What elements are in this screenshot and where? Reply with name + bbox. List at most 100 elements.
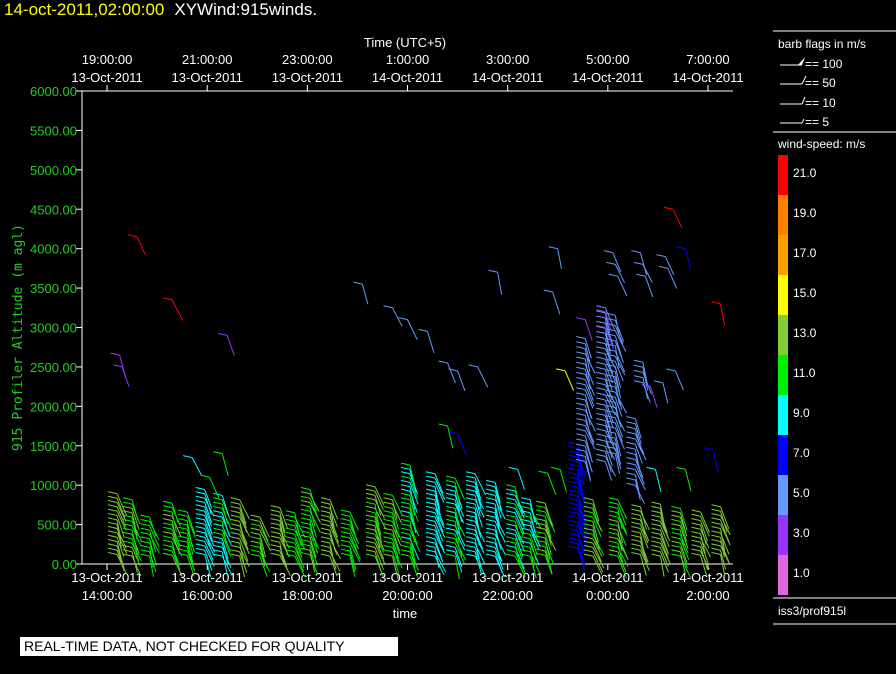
wind-barb-flag bbox=[671, 510, 681, 514]
wind-barb-flag bbox=[465, 505, 476, 509]
wind-barb-flag bbox=[576, 428, 586, 432]
wind-barb-flag bbox=[400, 466, 411, 470]
wind-barb-flag bbox=[320, 518, 331, 522]
wind-barb-flag bbox=[340, 535, 351, 539]
wind-barb-flag bbox=[626, 416, 636, 420]
y-tick-label: 6000.00 bbox=[30, 84, 77, 99]
wind-barb-flag bbox=[195, 517, 205, 521]
wind-barb-flag bbox=[608, 549, 618, 553]
wind-barb-flag bbox=[200, 474, 210, 478]
wind-barb-flag bbox=[596, 315, 606, 319]
wind-barb-flag bbox=[465, 527, 476, 531]
wind-barb-flag bbox=[583, 523, 593, 527]
wind-barb-flag bbox=[162, 509, 173, 513]
wind-barb-flag bbox=[671, 553, 681, 557]
wind-barb-flag bbox=[300, 495, 311, 499]
wind-barb-flag bbox=[383, 514, 393, 518]
wind-barb-flag bbox=[488, 269, 498, 273]
wind-barb-flag bbox=[506, 484, 516, 488]
wind-barb-flag bbox=[606, 261, 616, 265]
wind-barb-flag bbox=[140, 514, 150, 518]
wind-barb-flag bbox=[506, 488, 516, 492]
wind-barb-flag bbox=[568, 493, 578, 497]
wind-barb-flag bbox=[608, 553, 618, 557]
wind-barb-flag bbox=[536, 522, 546, 526]
wind-barb-flag bbox=[340, 539, 351, 543]
wind-barb-flag bbox=[340, 522, 351, 526]
wind-barb-flag bbox=[250, 518, 260, 522]
wind-barb bbox=[477, 366, 489, 388]
wind-barb-flag bbox=[711, 301, 721, 305]
wind-barb-flag bbox=[285, 536, 295, 540]
wind-barb bbox=[584, 319, 593, 341]
wind-barb-flag bbox=[230, 531, 240, 535]
wind-barb-flag bbox=[183, 455, 193, 459]
wind-barb-flag bbox=[320, 553, 331, 557]
wind-barb-flag bbox=[663, 206, 674, 210]
wind-barb-flag bbox=[568, 489, 578, 493]
wind-barb-flag bbox=[568, 463, 578, 467]
wind-barb-flag bbox=[576, 346, 586, 350]
x-tick-date: 13-Oct-2011 bbox=[172, 570, 243, 585]
quality-notice: REAL-TIME DATA, NOT CHECKED FOR QUALITY bbox=[20, 637, 398, 656]
wind-barb-flag bbox=[230, 553, 240, 557]
wind-barb-flag bbox=[691, 518, 701, 522]
wind-barb-flag bbox=[270, 526, 280, 530]
wind-barb-flag bbox=[400, 471, 411, 475]
wind-barb-flag bbox=[162, 552, 173, 556]
wind-barb bbox=[552, 291, 561, 315]
wind-barb-flag bbox=[107, 495, 118, 499]
wind-barb-flag bbox=[320, 510, 331, 514]
wind-barb-flag bbox=[425, 497, 436, 501]
wind-barb-flag bbox=[576, 356, 586, 360]
wind-barb-flag bbox=[400, 501, 411, 505]
barb-legend-label: == 100 bbox=[805, 57, 843, 71]
wind-barb-flag bbox=[465, 553, 476, 557]
wind-barb-flag bbox=[340, 513, 351, 517]
wind-barb-flag bbox=[465, 475, 476, 479]
wind-barb bbox=[136, 236, 146, 256]
wind-barb-flag bbox=[691, 544, 701, 548]
x-tick-date: 13-Oct-2011 bbox=[272, 570, 343, 585]
wind-barb-flag bbox=[608, 501, 618, 505]
wind-barb-flag bbox=[213, 536, 223, 540]
wind-barb bbox=[634, 479, 641, 501]
top-tick-date: 13-Oct-2011 bbox=[71, 70, 142, 85]
wind-barb-flag bbox=[583, 536, 593, 540]
x-axis-label: time bbox=[393, 606, 418, 621]
wind-barb-flag bbox=[626, 482, 636, 486]
wind-barb-flag bbox=[162, 297, 173, 301]
wind-barb-flag bbox=[671, 549, 681, 553]
wind-barb-flag bbox=[631, 250, 641, 254]
wind-barb-flag bbox=[285, 514, 295, 518]
y-tick-label: 4500.00 bbox=[30, 202, 77, 217]
wind-barb-flag bbox=[445, 510, 456, 514]
wind-barb-flag bbox=[445, 536, 456, 540]
wind-barb-flag bbox=[596, 407, 606, 411]
wind-barb-flag bbox=[631, 504, 641, 508]
wind-barb-flag bbox=[300, 526, 311, 529]
top-tick-time: 19:00:00 bbox=[82, 52, 133, 67]
wind-barb-flag bbox=[300, 491, 311, 495]
wind-barb-flag bbox=[178, 535, 188, 539]
top-tick-date: 13-Oct-2011 bbox=[272, 70, 343, 85]
wind-barb-flag bbox=[596, 361, 606, 365]
wind-barb-flag bbox=[606, 343, 616, 347]
wind-barb-flag bbox=[485, 518, 496, 522]
wind-barb-flag bbox=[651, 549, 661, 553]
wind-barb bbox=[361, 283, 369, 305]
wind-barb-flag bbox=[651, 553, 661, 557]
top-tick-date: 14-Oct-2011 bbox=[572, 70, 643, 85]
wind-barb-flag bbox=[568, 502, 578, 506]
speed-legend-label: 1.0 bbox=[793, 566, 810, 580]
wind-barb-flag bbox=[576, 402, 586, 406]
wind-barb-flag bbox=[285, 523, 295, 527]
wind-barb bbox=[674, 370, 684, 391]
wind-barb-flag bbox=[178, 552, 188, 556]
wind-barb-flag bbox=[213, 544, 223, 548]
wind-barb-flag bbox=[583, 553, 593, 557]
wind-barb-flag bbox=[400, 540, 411, 544]
wind-barb-flag bbox=[383, 523, 393, 527]
wind-barb-flag bbox=[195, 547, 205, 551]
wind-barb bbox=[684, 469, 692, 492]
